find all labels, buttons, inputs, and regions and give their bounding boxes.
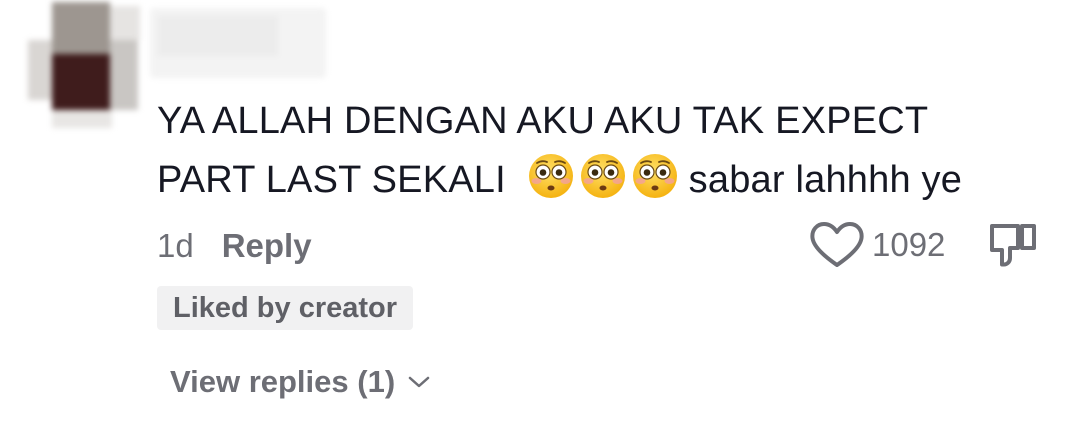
comment-line-2-text: PART LAST SEKALI [157,159,506,201]
avatar-pixel [52,110,112,128]
reply-button[interactable]: Reply [222,227,312,265]
view-replies-label: View replies (1) [170,364,396,399]
heart-outline-icon [810,222,864,267]
flushed-face-emoji [580,154,625,198]
thumbs-down-outline-icon[interactable] [988,220,1040,270]
avatar-pixel [110,40,138,110]
comment-meta: 1d Reply [157,224,312,268]
comment-text: YA ALLAH DENGAN AKU AKU TAK EXPECT PART … [157,92,1057,210]
avatar[interactable] [28,0,140,130]
username-redacted[interactable] [150,8,326,78]
comment-timestamp: 1d [157,227,194,264]
flushed-face-emoji [528,154,573,198]
comment-line-1: YA ALLAH DENGAN AKU AKU TAK EXPECT [157,100,929,142]
avatar-pixel [110,6,140,40]
flushed-face-emoji [632,154,677,198]
view-replies-button[interactable]: View replies (1) [170,360,431,404]
avatar-pixel [52,2,110,54]
liked-by-creator-badge: Liked by creator [157,286,414,330]
avatar-pixel [28,40,54,100]
comment-line-2-tail: sabar lahhhh ye [688,159,963,201]
avatar-pixel [52,54,110,116]
like-button[interactable]: 1092 [808,220,945,270]
username-redacted-block [158,16,278,56]
chevron-down-icon [408,376,430,388]
comment-line-2: PART LAST SEKALI sabar lahhhh ye [157,151,1057,210]
like-count: 1092 [872,226,946,263]
